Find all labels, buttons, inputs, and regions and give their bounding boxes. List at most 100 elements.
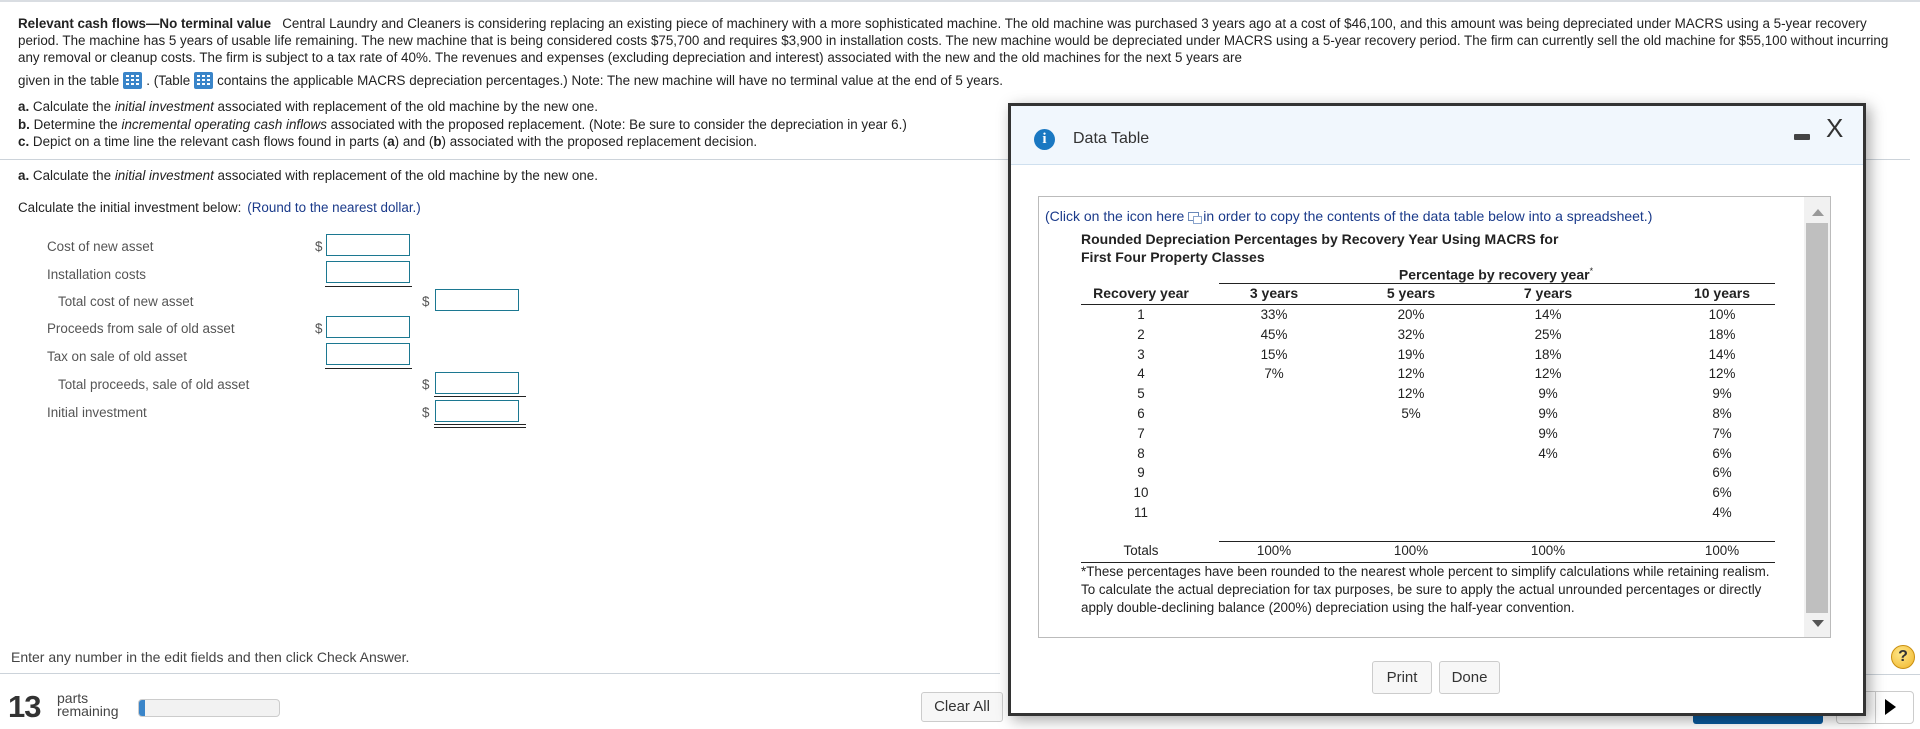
close-button[interactable]: X bbox=[1826, 115, 1843, 141]
column-header: 10 years bbox=[1693, 285, 1751, 301]
percentage-cell: 12% bbox=[1534, 366, 1562, 382]
percentage-cell: 25% bbox=[1534, 326, 1562, 342]
percentage-cell: 18% bbox=[1708, 326, 1736, 342]
percentage-cell: 4% bbox=[1712, 505, 1732, 520]
part-a-text: a. Calculate the initial investment asso… bbox=[18, 99, 598, 114]
clear-all-button[interactable]: Clear All bbox=[921, 692, 1003, 722]
percentage-cell: 5% bbox=[1401, 406, 1421, 421]
calc-intro: Calculate the initial investment below:(… bbox=[18, 200, 421, 215]
table-row: 10 6% bbox=[1081, 485, 1775, 505]
table-row: 1 33% 20% 14% 10% bbox=[1081, 307, 1775, 327]
percentage-cell: 12% bbox=[1708, 366, 1736, 382]
problem-title: Relevant cash flows—No terminal value bbox=[18, 16, 272, 31]
footer-divider-right bbox=[1860, 674, 1920, 675]
percentage-cell: 12% bbox=[1397, 366, 1425, 382]
percentage-cell: 12% bbox=[1397, 386, 1425, 402]
rounding-hint: (Round to the nearest dollar.) bbox=[247, 200, 421, 215]
installation-costs-input[interactable] bbox=[326, 261, 410, 283]
footer-divider bbox=[0, 673, 1000, 674]
percentage-cell: 7% bbox=[1264, 366, 1284, 382]
recovery-year-cell: 2 bbox=[1137, 326, 1145, 342]
percentage-cell: 6% bbox=[1712, 465, 1732, 481]
group-header-rule bbox=[1219, 283, 1775, 284]
subtotal-rule bbox=[434, 396, 526, 397]
recovery-year-cell: 3 bbox=[1137, 346, 1145, 362]
header-rule bbox=[1081, 304, 1775, 305]
dollar-sign: $ bbox=[315, 321, 323, 336]
cost-new-asset-input[interactable] bbox=[326, 234, 410, 256]
percentage-cell: 18% bbox=[1534, 346, 1562, 362]
subtotal-rule bbox=[325, 368, 412, 369]
given-mid: . (Table bbox=[146, 73, 191, 88]
print-button[interactable]: Print bbox=[1372, 661, 1432, 694]
percentage-cell: 9% bbox=[1538, 406, 1558, 421]
table-header-row: Recovery year 3 years 5 years 7 years 10… bbox=[1081, 285, 1775, 304]
part-c-text: c. Depict on a time line the relevant ca… bbox=[18, 134, 758, 149]
done-button[interactable]: Done bbox=[1439, 661, 1500, 694]
percentage-cell: 45% bbox=[1260, 326, 1288, 342]
recovery-year-cell: 4 bbox=[1137, 366, 1145, 382]
tax-sale-old-asset-input[interactable] bbox=[326, 343, 410, 365]
percentage-cell: 14% bbox=[1534, 307, 1562, 322]
table-row: 5 12% 9% 9% bbox=[1081, 386, 1775, 406]
percentage-cell: 14% bbox=[1708, 346, 1736, 362]
recovery-year-cell: 9 bbox=[1137, 465, 1145, 481]
table-row: 7 9% 7% bbox=[1081, 426, 1775, 446]
subtotal-rule bbox=[325, 286, 412, 287]
table-row: 9 6% bbox=[1081, 465, 1775, 485]
recovery-year-cell: 7 bbox=[1137, 425, 1145, 441]
top-divider bbox=[0, 0, 1920, 2]
help-icon[interactable]: ? bbox=[1891, 645, 1915, 669]
initial-investment-input[interactable] bbox=[435, 400, 519, 422]
totals-rule bbox=[1219, 541, 1775, 542]
instruction-text: Enter any number in the edit fields and … bbox=[11, 649, 410, 665]
problem-text: Central Laundry and Cleaners is consider… bbox=[18, 16, 1889, 65]
progress-fill bbox=[139, 700, 145, 716]
table-row: 11 4% bbox=[1081, 505, 1775, 525]
column-header: 3 years bbox=[1249, 285, 1299, 301]
scroll-up-arrow-icon[interactable] bbox=[1812, 209, 1824, 216]
progress-bar bbox=[138, 699, 280, 717]
double-rule-bottom bbox=[434, 427, 526, 428]
scroll-down-arrow-icon[interactable] bbox=[1812, 620, 1824, 627]
percentage-cell: 9% bbox=[1538, 386, 1558, 402]
copy-note: (Click on the icon here in order to copy … bbox=[1045, 208, 1653, 224]
percentage-cell: 20% bbox=[1397, 307, 1425, 322]
nav-divider bbox=[1875, 692, 1876, 723]
percentage-cell: 33% bbox=[1260, 307, 1288, 322]
percentage-cell: 10% bbox=[1708, 307, 1736, 322]
table-row: 2 45% 32% 25% 18% bbox=[1081, 327, 1775, 347]
total-cost-new-asset-input[interactable] bbox=[435, 289, 519, 311]
column-header: 7 years bbox=[1523, 285, 1573, 301]
scroll-thumb[interactable] bbox=[1806, 223, 1828, 613]
part-a-heading: a. Calculate the initial investment asso… bbox=[18, 168, 598, 183]
percentage-cell: 6% bbox=[1712, 485, 1732, 501]
percentage-cell: 7% bbox=[1712, 425, 1732, 441]
table-title: Rounded Depreciation Percentages by Reco… bbox=[1081, 231, 1559, 265]
recovery-year-cell: 10 bbox=[1133, 485, 1149, 501]
dollar-sign: $ bbox=[422, 405, 430, 420]
data-table-scroll-area: (Click on the icon here in order to copy … bbox=[1038, 196, 1831, 638]
next-arrow-icon[interactable] bbox=[1885, 699, 1896, 715]
recovery-year-cell: 1 bbox=[1137, 307, 1145, 322]
percentage-cell: 19% bbox=[1397, 346, 1425, 362]
percentage-cell: 8% bbox=[1712, 406, 1732, 421]
scrollbar[interactable] bbox=[1804, 197, 1830, 637]
table-footnote: *These percentages have been rounded to … bbox=[1081, 564, 1770, 615]
recovery-year-cell: 11 bbox=[1134, 505, 1148, 520]
recovery-year-cell: 6 bbox=[1137, 406, 1145, 421]
total-proceeds-input[interactable] bbox=[435, 372, 519, 394]
recovery-year-cell: 5 bbox=[1137, 386, 1145, 402]
dollar-sign: $ bbox=[422, 377, 430, 392]
copy-to-spreadsheet-icon[interactable] bbox=[1188, 212, 1203, 224]
given-prefix: given in the table bbox=[18, 73, 120, 88]
column-header: 5 years bbox=[1386, 285, 1436, 301]
dialog-header: i Data Table X bbox=[1011, 106, 1863, 165]
proceeds-old-asset-input[interactable] bbox=[326, 316, 410, 338]
data-table-icon[interactable] bbox=[123, 72, 143, 89]
table-row: 4 7% 12% 12% 12% bbox=[1081, 366, 1775, 386]
minimize-button[interactable] bbox=[1794, 134, 1810, 140]
given-line: given in the table . (Table contains the a… bbox=[18, 72, 1003, 89]
macrs-table-icon[interactable] bbox=[194, 72, 214, 89]
dollar-sign: $ bbox=[315, 239, 323, 254]
